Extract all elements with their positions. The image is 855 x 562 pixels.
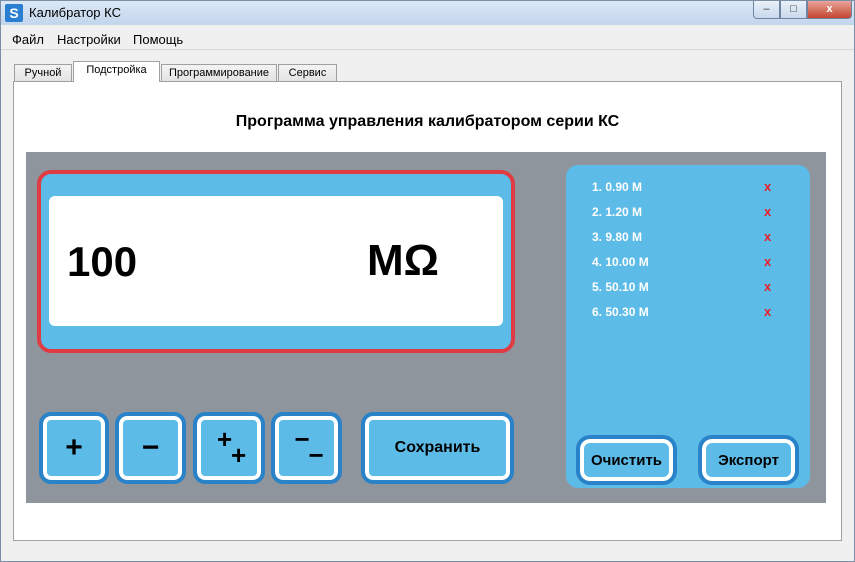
tab-manual[interactable]: Ручной — [14, 64, 72, 82]
list-item[interactable]: 2. 1.20 M — [592, 205, 642, 219]
increment-button[interactable]: + — [39, 412, 109, 484]
app-icon: S — [5, 4, 23, 22]
display-value: 100 — [67, 238, 138, 285]
delete-item-button[interactable]: x — [764, 204, 771, 219]
delete-item-button[interactable]: x — [764, 179, 771, 194]
fast-decrement-button[interactable]: − − — [271, 412, 342, 484]
clear-button-label: Очистить — [590, 451, 663, 469]
title-bar[interactable]: S Калибратор КС – □ x — [1, 1, 854, 25]
double-plus-icon: + + — [209, 424, 249, 472]
window-title: Калибратор КС — [29, 5, 121, 20]
plus-glyph-lower: + — [231, 440, 247, 470]
save-button-label: Сохранить — [394, 439, 481, 456]
maximize-button[interactable]: □ — [780, 1, 807, 19]
decrement-button[interactable]: − — [115, 412, 186, 484]
delete-item-button[interactable]: x — [764, 279, 771, 294]
minus-icon: − — [141, 431, 160, 464]
list-item[interactable]: 1. 0.90 M — [592, 180, 642, 194]
double-minus-icon: − − — [287, 424, 327, 472]
plus-icon: + — [65, 431, 83, 464]
menu-bar: Файл Настройки Помощь — [1, 29, 854, 50]
minimize-button[interactable]: – — [753, 1, 780, 19]
menu-file[interactable]: Файл — [12, 32, 44, 47]
tab-service[interactable]: Сервис — [278, 64, 337, 82]
main-window: S Калибратор КС – □ x Файл Настройки Пом… — [0, 0, 855, 562]
minus-glyph-upper: − — [294, 424, 310, 454]
fast-increment-button[interactable]: + + — [193, 412, 265, 484]
tab-programming[interactable]: Программирование — [161, 64, 277, 82]
plus-glyph-upper: + — [217, 424, 233, 454]
page-heading: Программа управления калибратором серии … — [235, 113, 620, 130]
minus-glyph-lower: − — [308, 440, 324, 470]
save-button[interactable]: Сохранить — [361, 412, 514, 484]
export-button[interactable]: Экспорт — [698, 435, 799, 485]
clear-button[interactable]: Очистить — [576, 435, 677, 485]
list-item[interactable]: 4. 10.00 M — [592, 255, 649, 269]
export-button-label: Экспорт — [718, 451, 779, 469]
list-item[interactable]: 5. 50.10 M — [592, 280, 649, 294]
display-unit: MΩ — [367, 236, 439, 285]
list-item[interactable]: 3. 9.80 M — [592, 230, 642, 244]
list-item[interactable]: 6. 50.30 M — [592, 305, 649, 319]
delete-item-button[interactable]: x — [764, 254, 771, 269]
menu-help[interactable]: Помощь — [133, 32, 183, 47]
delete-item-button[interactable]: x — [764, 304, 771, 319]
menu-settings[interactable]: Настройки — [57, 32, 121, 47]
tab-tuning[interactable]: Подстройка — [73, 61, 160, 82]
close-button[interactable]: x — [807, 1, 852, 19]
delete-item-button[interactable]: x — [764, 229, 771, 244]
